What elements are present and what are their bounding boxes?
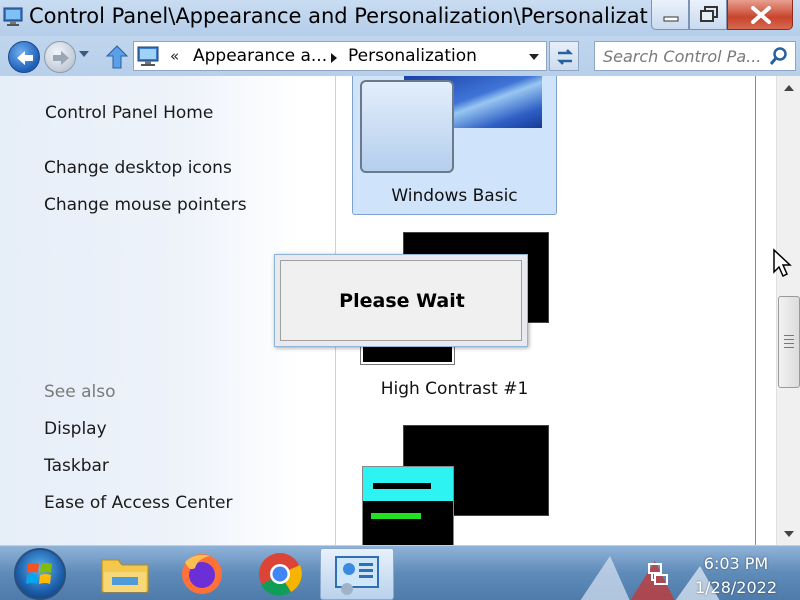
- close-icon: [751, 6, 771, 24]
- breadcrumb-item[interactable]: Personalization: [348, 46, 477, 66]
- please-wait-dialog: Please Wait: [274, 254, 528, 347]
- control-panel-icon: [3, 7, 23, 26]
- restore-icon: [700, 6, 718, 22]
- firefox-taskbar-button[interactable]: [165, 548, 239, 600]
- ease-of-access-center-link[interactable]: Ease of Access Center: [44, 493, 233, 513]
- preview-text-line: [371, 513, 421, 519]
- control-panel-icon: [137, 46, 159, 66]
- chrome-icon: [259, 553, 302, 596]
- mouse-cursor-icon: [773, 248, 792, 278]
- dialog-body: Please Wait: [280, 260, 522, 341]
- close-button[interactable]: [727, 0, 793, 30]
- grip-line: [784, 343, 794, 344]
- up-arrow-icon[interactable]: [105, 44, 129, 70]
- windows-logo-icon: [26, 563, 52, 584]
- scroll-thumb[interactable]: [778, 296, 800, 388]
- minimize-icon: [663, 16, 679, 22]
- address-dropdown-icon[interactable]: [528, 53, 540, 61]
- minimize-button[interactable]: [651, 0, 689, 30]
- forward-arrow-icon: [53, 51, 69, 65]
- firefox-icon: [182, 554, 222, 594]
- change-mouse-pointers-link[interactable]: Change mouse pointers: [44, 195, 247, 215]
- display-link[interactable]: Display: [44, 419, 107, 439]
- grip-line: [784, 339, 794, 340]
- theme-label: Windows Basic: [391, 186, 518, 206]
- chevron-up-icon: [784, 85, 794, 91]
- system-clock[interactable]: 6:03 PM 1/28/2022: [676, 552, 796, 600]
- scroll-down-button[interactable]: [777, 522, 800, 546]
- dialog-message: Please Wait: [339, 290, 465, 312]
- breadcrumb-separator-icon[interactable]: [330, 52, 338, 64]
- refresh-icon: [556, 49, 574, 65]
- recent-pages-dropdown-icon[interactable]: [78, 50, 90, 58]
- see-also-heading: See also: [44, 382, 116, 402]
- back-arrow-icon: [17, 51, 33, 65]
- theme-preview-window[interactable]: [362, 466, 454, 546]
- left-navigation-pane: Control Panel Home Change desktop icons …: [0, 76, 300, 546]
- search-box[interactable]: [594, 41, 796, 71]
- folder-icon: [101, 559, 149, 593]
- divider: [755, 76, 756, 546]
- grip-line: [784, 347, 794, 348]
- chrome-taskbar-button[interactable]: [243, 548, 317, 600]
- search-icon[interactable]: [769, 46, 789, 66]
- window-title: Control Panel\Appearance and Personaliza…: [29, 4, 649, 28]
- vertical-scrollbar[interactable]: [776, 76, 800, 546]
- address-bar[interactable]: « Appearance a... Personalization: [133, 41, 547, 71]
- change-desktop-icons-link[interactable]: Change desktop icons: [44, 158, 232, 178]
- restore-button[interactable]: [689, 0, 727, 30]
- clock-time: 6:03 PM: [703, 554, 769, 573]
- start-button[interactable]: [14, 548, 66, 600]
- preview-title-bar: [363, 467, 453, 501]
- scroll-up-button[interactable]: [777, 76, 800, 100]
- theme-preview-window: [360, 80, 454, 173]
- theme-label[interactable]: High Contrast #1: [352, 379, 557, 399]
- file-explorer-taskbar-button[interactable]: [88, 548, 162, 600]
- breadcrumb-item[interactable]: Appearance a...: [193, 46, 327, 66]
- control-panel-home-link[interactable]: Control Panel Home: [45, 103, 213, 123]
- taskbar-link[interactable]: Taskbar: [44, 456, 109, 476]
- back-button[interactable]: [8, 41, 40, 73]
- title-bar: Control Panel\Appearance and Personaliza…: [0, 0, 800, 36]
- preview-title-text: [373, 483, 431, 489]
- chevron-down-icon: [784, 531, 794, 537]
- search-input[interactable]: [603, 45, 763, 67]
- control-panel-taskbar-button[interactable]: [320, 548, 394, 600]
- clock-date: 1/28/2022: [694, 578, 778, 597]
- control-panel-icon: [335, 556, 379, 595]
- forward-button[interactable]: [44, 41, 76, 73]
- network-icon[interactable]: [646, 562, 670, 586]
- refresh-button[interactable]: [549, 41, 579, 71]
- breadcrumb-overflow[interactable]: «: [170, 47, 179, 65]
- grip-line: [784, 335, 794, 336]
